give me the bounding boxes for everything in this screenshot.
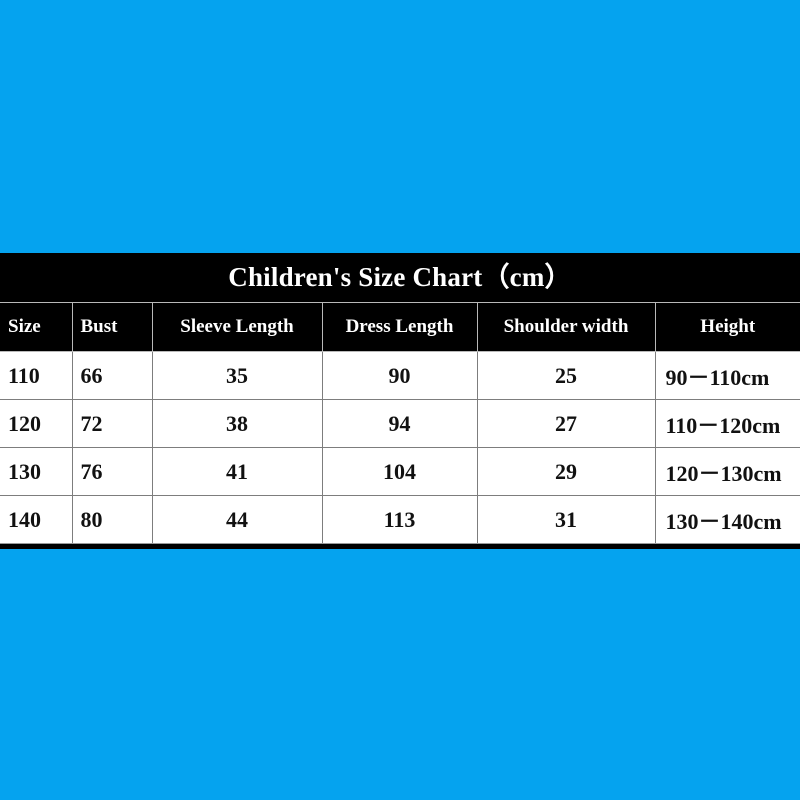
cell-size: 120 bbox=[0, 399, 73, 448]
column-header-height: Height bbox=[655, 302, 800, 352]
cell-height: 120－130cm bbox=[655, 447, 800, 496]
cell-sleeve-length: 44 bbox=[152, 495, 323, 544]
cell-dress-length: 113 bbox=[322, 495, 478, 544]
product-size-chart-image: Children's Size Chart（cm） Size Bust Slee… bbox=[0, 0, 800, 800]
column-header-dress-length: Dress Length bbox=[322, 302, 478, 352]
cell-height: 90－110cm bbox=[655, 351, 800, 400]
cell-dress-length: 104 bbox=[322, 447, 478, 496]
size-chart-table: Size Bust Sleeve Length Dress Length Sho… bbox=[0, 302, 800, 544]
cell-bust: 76 bbox=[72, 447, 153, 496]
size-chart-panel: Children's Size Chart（cm） Size Bust Slee… bbox=[0, 253, 800, 549]
cell-dress-length: 90 bbox=[322, 351, 478, 400]
cell-shoulder-width: 31 bbox=[477, 495, 656, 544]
table-row: 110 66 35 90 25 90－110cm bbox=[0, 351, 800, 400]
cell-sleeve-length: 38 bbox=[152, 399, 323, 448]
column-header-bust: Bust bbox=[72, 302, 153, 352]
cell-height: 110－120cm bbox=[655, 399, 800, 448]
table-header: Size Bust Sleeve Length Dress Length Sho… bbox=[0, 302, 800, 352]
cell-shoulder-width: 25 bbox=[477, 351, 656, 400]
cell-sleeve-length: 41 bbox=[152, 447, 323, 496]
cell-shoulder-width: 29 bbox=[477, 447, 656, 496]
cell-sleeve-length: 35 bbox=[152, 351, 323, 400]
column-header-shoulder-width: Shoulder width bbox=[477, 302, 656, 352]
cell-bust: 80 bbox=[72, 495, 153, 544]
chart-title-main: Children's Size Chart（cm） bbox=[228, 262, 572, 292]
table-header-row: Size Bust Sleeve Length Dress Length Sho… bbox=[0, 302, 800, 352]
cell-bust: 72 bbox=[72, 399, 153, 448]
table-row: 130 76 41 104 29 120－130cm bbox=[0, 447, 800, 496]
cell-dress-length: 94 bbox=[322, 399, 478, 448]
cell-size: 110 bbox=[0, 351, 73, 400]
column-header-sleeve-length: Sleeve Length bbox=[152, 302, 323, 352]
table-row: 120 72 38 94 27 110－120cm bbox=[0, 399, 800, 448]
column-header-size: Size bbox=[0, 302, 73, 352]
cell-bust: 66 bbox=[72, 351, 153, 400]
cell-height: 130－140cm bbox=[655, 495, 800, 544]
table-body: 110 66 35 90 25 90－110cm 120 72 38 94 27… bbox=[0, 351, 800, 544]
chart-title: Children's Size Chart（cm） bbox=[0, 253, 800, 302]
table-row: 140 80 44 113 31 130－140cm bbox=[0, 495, 800, 544]
cell-size: 140 bbox=[0, 495, 73, 544]
cell-shoulder-width: 27 bbox=[477, 399, 656, 448]
cell-size: 130 bbox=[0, 447, 73, 496]
